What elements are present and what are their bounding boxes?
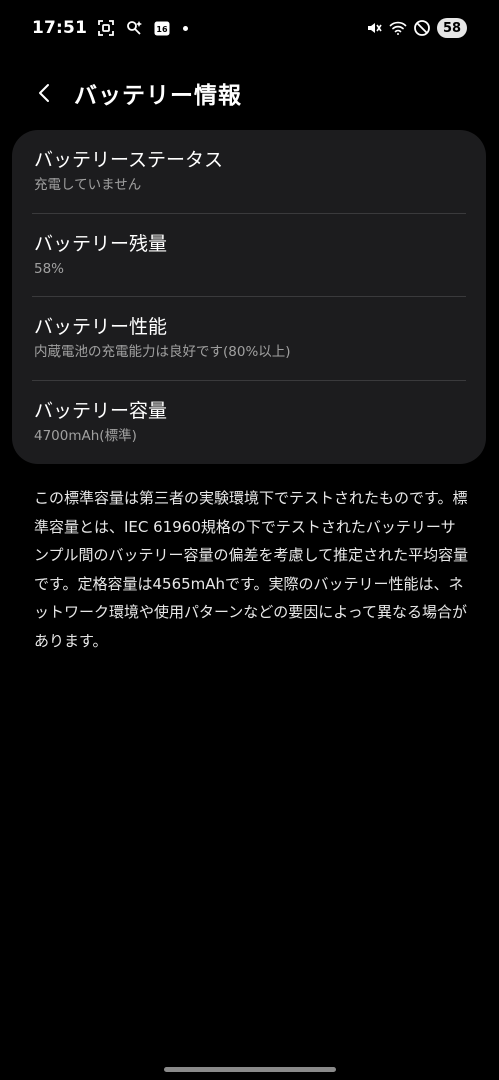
calendar-icon: 16 <box>153 19 171 37</box>
item-title: バッテリー容量 <box>34 400 168 423</box>
navigation-gesture-handle[interactable] <box>163 1067 336 1072</box>
status-left: 17:51 16 <box>32 18 189 38</box>
capacity-description: この標準容量は第三者の実験環境下でテストされたものです。標準容量とは、IEC 6… <box>34 489 469 650</box>
status-bar: 17:51 16 58 <box>0 0 499 56</box>
status-time: 17:51 <box>32 18 88 38</box>
header: バッテリー情報 <box>0 70 499 116</box>
battery-capacity-item[interactable]: バッテリー容量 4700mAh(標準) <box>32 381 466 465</box>
chevron-left-icon <box>39 84 49 102</box>
do-not-disturb-icon <box>413 19 431 37</box>
item-subtitle: 58% <box>34 260 65 277</box>
item-title: バッテリー残量 <box>34 232 168 255</box>
wifi-icon <box>389 19 407 37</box>
notification-dot-icon <box>183 25 189 31</box>
mute-icon <box>365 19 383 37</box>
item-subtitle: 内蔵電池の充電能力は良好です(80%以上) <box>34 344 291 361</box>
battery-performance-item[interactable]: バッテリー性能 内蔵電池の充電能力は良好です(80%以上) <box>32 297 466 381</box>
item-subtitle: 充電していません <box>34 177 142 194</box>
item-subtitle: 4700mAh(標準) <box>34 428 137 445</box>
battery-info-screen: 17:51 16 58 バッテリー情報 バッテリーステータス 充電していません … <box>0 0 499 1080</box>
battery-status-item[interactable]: バッテリーステータス 充電していません <box>32 130 466 214</box>
battery-info-card: バッテリーステータス 充電していません バッテリー残量 58% バッテリー性能 … <box>12 130 486 464</box>
item-title: バッテリーステータス <box>34 149 224 172</box>
calendar-day: 16 <box>157 25 169 34</box>
battery-level-badge: 58 <box>437 18 467 38</box>
screenshot-icon <box>97 19 115 37</box>
page-title: バッテリー情報 <box>74 83 242 109</box>
battery-level-item[interactable]: バッテリー残量 58% <box>32 214 466 297</box>
status-right: 58 <box>365 18 467 38</box>
back-button[interactable] <box>22 70 68 116</box>
item-title: バッテリー性能 <box>34 316 168 339</box>
accessibility-icon <box>125 19 143 37</box>
